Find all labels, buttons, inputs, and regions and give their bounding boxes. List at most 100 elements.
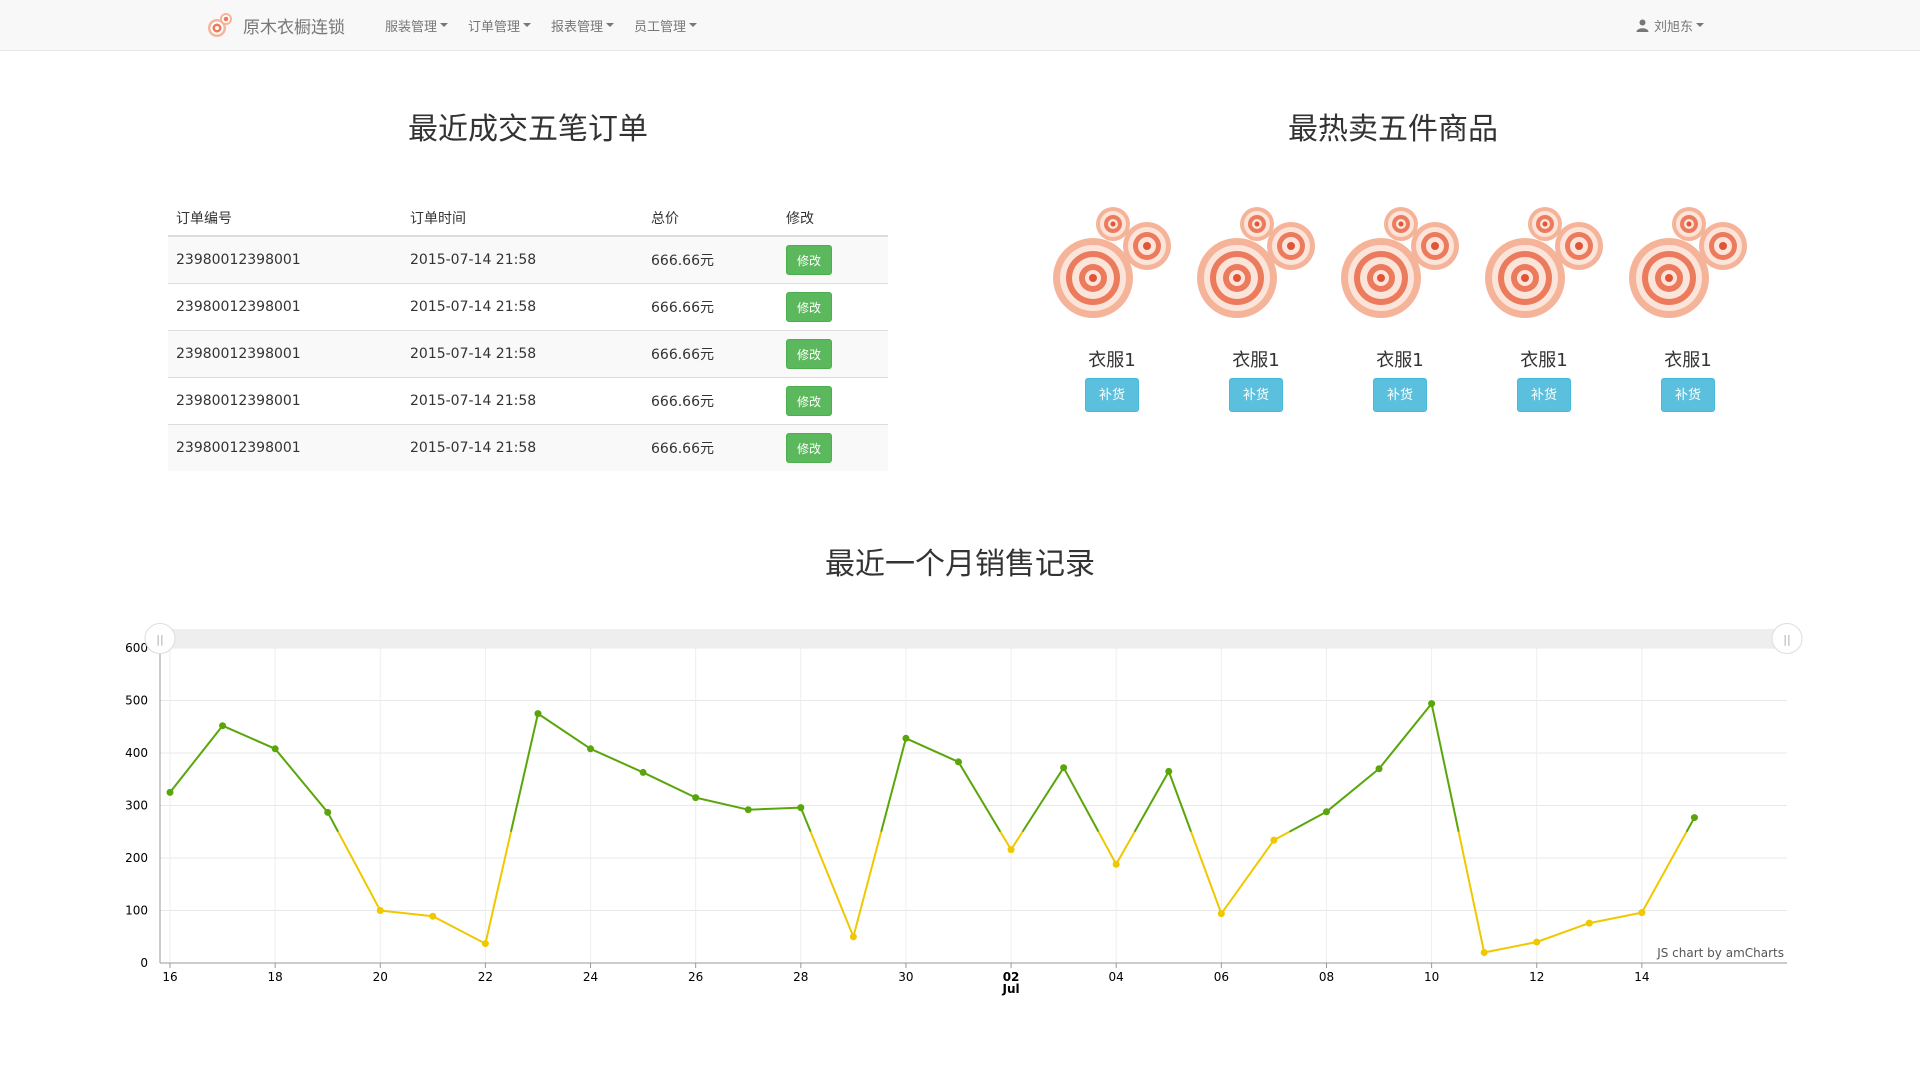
restock-button[interactable]: 补货 xyxy=(1373,378,1427,412)
target-product-icon[interactable] xyxy=(1485,206,1603,324)
data-point[interactable] xyxy=(481,940,489,948)
x-tick-label: 12 xyxy=(1529,970,1544,984)
series-segment xyxy=(537,712,592,750)
series-segment xyxy=(222,724,276,750)
menu-clothing-management[interactable]: 服装管理 xyxy=(375,0,458,50)
hot-products-list: 衣服1 补货 衣服1 补货 衣服1 补货 衣服1 补货 衣服1 补货 xyxy=(1040,206,1760,412)
series-segment xyxy=(1097,831,1118,865)
series-segment xyxy=(957,761,1002,833)
restock-button[interactable]: 补货 xyxy=(1085,378,1139,412)
restock-button[interactable]: 补货 xyxy=(1661,378,1715,412)
menu-order-management[interactable]: 订单管理 xyxy=(458,0,541,50)
sales-points xyxy=(166,700,1698,956)
data-point[interactable] xyxy=(955,758,962,766)
target-product-icon[interactable] xyxy=(1629,206,1747,324)
x-tick-label: 24 xyxy=(583,970,598,984)
order-total: 666.66元 xyxy=(643,424,778,471)
order-time: 2015-07-14 21:58 xyxy=(402,283,643,331)
column-header-order-id: 订单编号 xyxy=(168,194,402,237)
data-point[interactable] xyxy=(271,745,279,753)
user-menu[interactable]: 刘旭东 xyxy=(1636,0,1705,50)
data-point[interactable] xyxy=(1690,814,1698,822)
brand[interactable]: 原木衣橱连锁 xyxy=(205,12,345,38)
data-point[interactable] xyxy=(166,788,174,796)
edit-button[interactable]: 修改 xyxy=(786,386,832,416)
target-product-icon[interactable] xyxy=(1053,206,1171,324)
menu-staff-management[interactable]: 员工管理 xyxy=(624,0,707,50)
data-point[interactable] xyxy=(902,734,910,742)
data-point[interactable] xyxy=(1322,808,1330,816)
data-point[interactable] xyxy=(1480,949,1488,956)
y-tick-label: 400 xyxy=(125,746,148,760)
series-segment xyxy=(1289,810,1327,833)
edit-cell: 修改 xyxy=(778,235,888,284)
y-tick-label: 600 xyxy=(125,641,148,655)
series-segment xyxy=(1021,767,1065,833)
edit-button[interactable]: 修改 xyxy=(786,339,832,369)
series-segment xyxy=(484,831,512,944)
menu-label: 服装管理 xyxy=(385,19,438,35)
data-point[interactable] xyxy=(639,768,647,776)
series-segment xyxy=(1457,831,1486,953)
data-point[interactable] xyxy=(1638,909,1646,917)
data-point[interactable] xyxy=(1060,764,1068,772)
data-point[interactable] xyxy=(1217,910,1225,918)
order-time: 2015-07-14 21:58 xyxy=(402,424,643,471)
caret-down-icon xyxy=(523,23,532,27)
data-point[interactable] xyxy=(324,808,332,816)
data-point[interactable] xyxy=(1270,836,1278,844)
restock-button[interactable]: 补货 xyxy=(1229,378,1283,412)
data-point[interactable] xyxy=(849,933,857,941)
x-tick-label: 08 xyxy=(1319,970,1334,984)
y-tick-label: 500 xyxy=(125,694,148,708)
data-point[interactable] xyxy=(587,745,595,753)
product-card: 衣服1 补货 xyxy=(1472,206,1616,412)
data-point[interactable] xyxy=(744,806,752,814)
scrollbar-grip-icon: || xyxy=(156,633,163,646)
series-segment xyxy=(1430,703,1460,832)
target-logo-icon xyxy=(208,13,232,37)
order-total: 666.66元 xyxy=(643,330,778,378)
x-tick-sublabel: Jul xyxy=(1002,982,1020,996)
edit-cell: 修改 xyxy=(778,330,888,378)
data-point[interactable] xyxy=(1428,700,1436,708)
data-point[interactable] xyxy=(429,912,437,920)
chart-grid xyxy=(160,647,1787,964)
series-segment xyxy=(1536,922,1590,943)
product-name: 衣服1 xyxy=(1232,350,1280,371)
x-tick-label: 26 xyxy=(688,970,703,984)
column-header-edit: 修改 xyxy=(778,194,888,237)
chart-scrollbar[interactable]: || || xyxy=(144,623,1803,654)
data-point[interactable] xyxy=(692,794,700,802)
menu-report-management[interactable]: 报表管理 xyxy=(541,0,624,50)
product-card: 衣服1 补货 xyxy=(1328,206,1472,412)
data-point[interactable] xyxy=(1585,919,1593,927)
edit-button[interactable]: 修改 xyxy=(786,292,832,322)
series-segment xyxy=(1167,771,1193,833)
restock-button[interactable]: 补货 xyxy=(1517,378,1571,412)
navbar: 原木衣橱连锁 服装管理 订单管理 报表管理 员工管理 刘旭东 xyxy=(0,0,1920,51)
scrollbar-track[interactable] xyxy=(160,629,1787,648)
order-time: 2015-07-14 21:58 xyxy=(402,330,643,378)
data-point[interactable] xyxy=(797,804,805,812)
data-point[interactable] xyxy=(1112,860,1120,868)
data-point[interactable] xyxy=(376,907,384,914)
data-point[interactable] xyxy=(1533,938,1541,946)
edit-button[interactable]: 修改 xyxy=(786,433,832,463)
order-time: 2015-07-14 21:58 xyxy=(402,377,643,425)
data-point[interactable] xyxy=(1375,765,1383,773)
data-point[interactable] xyxy=(534,710,542,718)
column-header-order-time: 订单时间 xyxy=(402,194,643,237)
order-total: 666.66元 xyxy=(643,235,778,284)
edit-cell: 修改 xyxy=(778,283,888,331)
order-id: 23980012398001 xyxy=(168,235,402,284)
data-point[interactable] xyxy=(1007,846,1015,854)
target-product-icon[interactable] xyxy=(1197,206,1315,324)
table-row: 23980012398001 2015-07-14 21:58 666.66元 … xyxy=(168,377,888,425)
chart-credit[interactable]: JS chart by amCharts xyxy=(1656,946,1784,960)
target-product-icon[interactable] xyxy=(1341,206,1459,324)
edit-button[interactable]: 修改 xyxy=(786,245,832,275)
data-point[interactable] xyxy=(1165,767,1173,775)
series-segment xyxy=(1115,831,1136,865)
data-point[interactable] xyxy=(219,722,227,730)
